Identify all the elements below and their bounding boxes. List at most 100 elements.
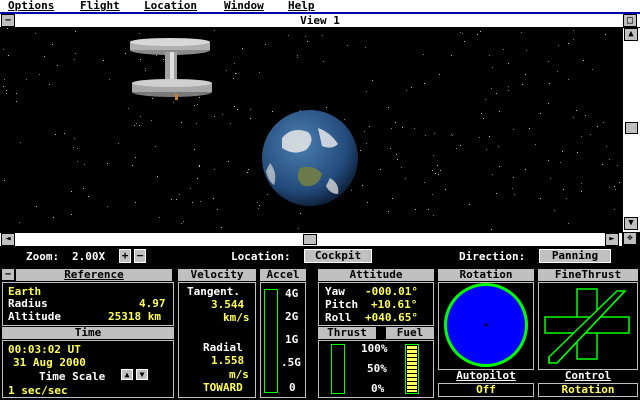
star <box>226 70 227 71</box>
view-maximize-button[interactable]: □ <box>623 14 637 27</box>
star <box>132 165 133 166</box>
star <box>8 55 9 56</box>
star <box>406 90 407 91</box>
panel-close-button[interactable]: − <box>1 268 15 281</box>
horizontal-scroll-thumb[interactable] <box>303 234 317 245</box>
star <box>508 90 509 91</box>
horizontal-scrollbar[interactable]: ◄ ► <box>0 232 622 246</box>
star <box>469 204 470 205</box>
rotation-indicator[interactable] <box>439 283 533 369</box>
time-scale-down-icon[interactable]: ▼ <box>136 369 148 380</box>
altitude-value: 25318 km <box>108 310 161 323</box>
scroll-down-icon[interactable]: ▼ <box>624 217 638 230</box>
menu-help[interactable]: Help <box>288 0 315 12</box>
star <box>52 44 53 45</box>
menu-location[interactable]: Location <box>144 0 197 12</box>
star <box>558 45 559 46</box>
star <box>7 28 8 29</box>
control-value[interactable]: Rotation <box>538 383 638 397</box>
menu-options[interactable]: Options <box>8 0 54 12</box>
autopilot-value[interactable]: Off <box>438 383 534 397</box>
star <box>200 201 201 202</box>
space-view[interactable] <box>0 28 622 232</box>
star <box>3 86 4 87</box>
rotation-title: Rotation <box>438 269 534 281</box>
altitude-label: Altitude <box>8 310 61 323</box>
star <box>405 178 406 179</box>
star <box>526 50 527 51</box>
star <box>496 193 497 194</box>
zoom-out-button[interactable]: − <box>134 249 146 263</box>
finethrust-indicator[interactable] <box>539 283 637 369</box>
star <box>438 174 439 175</box>
time-date: 31 Aug 2000 <box>13 356 86 369</box>
scroll-right-icon[interactable]: ► <box>605 233 619 246</box>
star <box>221 227 222 228</box>
star <box>366 143 367 144</box>
star <box>540 198 541 199</box>
star <box>75 53 76 54</box>
attitude-title: Attitude <box>318 269 434 281</box>
star <box>434 133 435 134</box>
view-title-bar[interactable]: − View 1 □ <box>0 14 640 28</box>
thrust-gauge[interactable] <box>331 344 345 394</box>
star <box>128 108 129 109</box>
location-label: Location: <box>231 250 291 263</box>
accel-tick-2g: 2G <box>285 310 299 323</box>
star <box>609 187 610 188</box>
star <box>486 149 487 150</box>
star <box>199 97 200 98</box>
star <box>351 190 352 191</box>
star <box>322 35 323 36</box>
star <box>305 36 306 37</box>
time-rate: 1 sec/sec <box>8 384 68 397</box>
thrust-box: 100% 50% 0% <box>318 340 434 398</box>
star <box>107 163 108 164</box>
star <box>479 137 480 138</box>
star <box>35 33 36 34</box>
star <box>326 107 327 108</box>
vertical-scrollbar[interactable]: ▲ ▼ <box>622 28 640 232</box>
star <box>428 209 429 210</box>
star <box>183 221 184 222</box>
instrument-panel: − Reference Earth Radius 4.97 Altitude 2… <box>0 266 640 400</box>
menu-flight[interactable]: Flight <box>80 0 120 12</box>
menu-window[interactable]: Window <box>224 0 264 12</box>
star <box>265 44 266 45</box>
scroll-up-icon[interactable]: ▲ <box>624 28 638 41</box>
scroll-left-icon[interactable]: ◄ <box>1 233 15 246</box>
reference-title[interactable]: Reference <box>16 269 172 281</box>
yaw-label: Yaw <box>325 285 345 298</box>
star <box>163 59 164 60</box>
location-button[interactable]: Cockpit <box>304 249 372 263</box>
star <box>525 74 526 75</box>
accel-tick-zero: 0 <box>289 381 296 394</box>
star <box>136 123 137 124</box>
star <box>499 111 500 112</box>
star <box>521 32 522 33</box>
control-title: Control <box>538 370 638 382</box>
star <box>460 32 461 33</box>
direction-label: Direction: <box>459 250 526 263</box>
velocity-title: Velocity <box>178 269 256 281</box>
direction-button[interactable]: Panning <box>539 249 611 263</box>
star <box>235 73 236 74</box>
finethrust-box[interactable] <box>538 282 638 370</box>
star <box>548 103 549 104</box>
rotation-box[interactable] <box>438 282 534 370</box>
star <box>75 31 76 32</box>
star <box>563 189 564 190</box>
star <box>107 206 108 207</box>
earth-globe <box>262 110 358 206</box>
star <box>573 39 574 40</box>
resize-corner-icon[interactable]: ✥ <box>623 232 637 245</box>
star <box>323 61 324 62</box>
time-scale-up-icon[interactable]: ▲ <box>121 369 133 380</box>
star <box>83 188 84 189</box>
view-title: View 1 <box>300 14 340 27</box>
star <box>440 170 441 171</box>
zoom-in-button[interactable]: + <box>119 249 131 263</box>
vertical-scroll-thumb[interactable] <box>625 122 638 134</box>
star <box>190 188 191 189</box>
space-scene <box>3 28 620 230</box>
